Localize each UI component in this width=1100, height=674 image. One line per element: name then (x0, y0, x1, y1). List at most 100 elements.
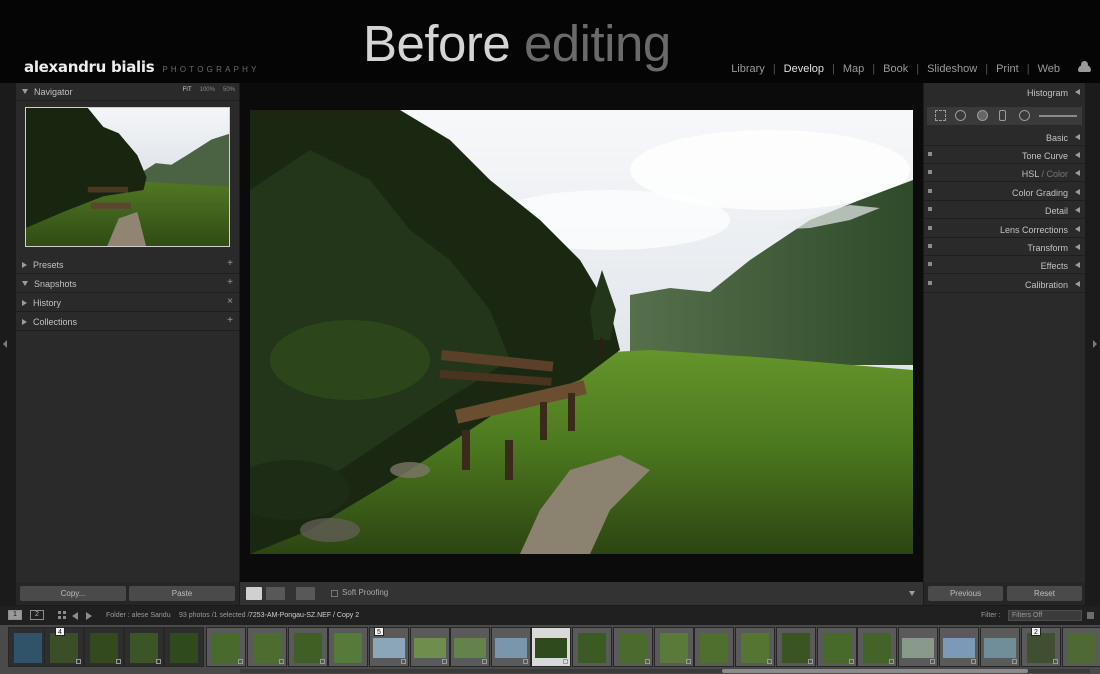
forward-arrow-icon[interactable] (86, 612, 92, 620)
section-toggle-switch[interactable] (928, 170, 932, 174)
filter-dropdown[interactable]: Filters Off (1008, 610, 1082, 621)
effects-section[interactable]: Effects (924, 257, 1085, 274)
filter-lock-icon[interactable] (1087, 612, 1094, 619)
tone-curve-section[interactable]: Tone Curve (924, 147, 1085, 164)
filmstrip-thumbnail[interactable] (939, 627, 979, 667)
basic-section[interactable]: Basic (924, 129, 1085, 146)
filmstrip-thumbnail[interactable] (980, 627, 1020, 667)
filmstrip-thumbnail[interactable] (84, 627, 124, 667)
radial-tool-icon[interactable] (1019, 110, 1030, 121)
module-web[interactable]: Web (1030, 63, 1068, 75)
cloud-icon[interactable] (1078, 61, 1091, 72)
filmstrip-thumbnail-selected[interactable] (531, 627, 571, 667)
right-panel-toggle-icon[interactable] (1093, 340, 1097, 348)
masking-tool-icon[interactable] (999, 110, 1006, 121)
filmstrip-thumbnail[interactable] (124, 627, 164, 667)
filmstrip-thumbnail[interactable] (247, 627, 287, 667)
filmstrip-thumbnail[interactable] (1062, 627, 1100, 667)
folder-source[interactable]: Folder : alese Sandu (106, 612, 171, 619)
filmstrip-thumbnail[interactable] (410, 627, 450, 667)
before-after-split-button[interactable] (296, 587, 315, 600)
healing-tool-icon[interactable] (955, 110, 966, 121)
filmstrip-thumbnail[interactable] (328, 627, 368, 667)
soft-proofing-checkbox[interactable] (331, 590, 338, 597)
filmstrip-thumbnail[interactable] (450, 627, 490, 667)
filmstrip-thumbnail[interactable] (1021, 627, 1061, 667)
section-toggle-switch[interactable] (928, 226, 932, 230)
module-book[interactable]: Book (875, 63, 916, 75)
filmstrip-thumbnail[interactable] (491, 627, 531, 667)
filmstrip-thumbnail[interactable] (735, 627, 775, 667)
previous-button[interactable]: Previous (928, 586, 1003, 601)
filmstrip-thumbnail[interactable] (898, 627, 938, 667)
main-photo[interactable] (250, 110, 913, 554)
secondary-screen-button[interactable]: 2 (30, 610, 44, 620)
red-eye-tool-icon[interactable] (977, 110, 988, 121)
add-snapshot-icon[interactable]: + (227, 277, 233, 288)
hsl-color-section[interactable]: HSL / Color (924, 165, 1085, 182)
module-map[interactable]: Map (835, 63, 872, 75)
filmstrip-thumbnail[interactable] (857, 627, 897, 667)
filmstrip-thumbnail[interactable] (817, 627, 857, 667)
grid-view-icon[interactable] (58, 611, 67, 620)
reset-button[interactable]: Reset (1007, 586, 1082, 601)
filmstrip-thumbnail[interactable] (654, 627, 694, 667)
zoom-50[interactable]: 50% (223, 87, 235, 93)
add-preset-icon[interactable]: + (227, 258, 233, 269)
stack-count-badge[interactable]: 5 (374, 627, 384, 636)
presets-header[interactable]: Presets + (16, 256, 239, 274)
zoom-100[interactable]: 100% (200, 87, 215, 93)
stack-count-badge[interactable]: 4 (55, 627, 65, 636)
navigator-header[interactable]: Navigator FIT 100% 50% (16, 83, 239, 101)
filmstrip-thumbnail[interactable] (164, 627, 204, 667)
filmstrip-thumbnail[interactable] (613, 627, 653, 667)
filmstrip-thumbnail[interactable] (288, 627, 328, 667)
section-toggle-switch[interactable] (928, 189, 932, 193)
copy-button[interactable]: Copy... (20, 586, 126, 601)
section-toggle-switch[interactable] (928, 244, 932, 248)
collections-header[interactable]: Collections + (16, 313, 239, 331)
hsl-label-text[interactable]: HSL (1022, 169, 1039, 179)
crop-tool-icon[interactable] (935, 110, 946, 121)
left-panel-toggle-icon[interactable] (3, 340, 7, 348)
selected-filename[interactable]: 7253-AM-Pongau-SZ.NEF / Copy 2 (249, 612, 359, 619)
section-toggle-switch[interactable] (928, 281, 932, 285)
main-screen-button[interactable]: 1 (8, 610, 22, 620)
color-label-text[interactable]: / Color (1039, 169, 1068, 179)
history-header[interactable]: History × (16, 294, 239, 312)
module-develop[interactable]: Develop (776, 63, 832, 75)
module-print[interactable]: Print (988, 63, 1027, 75)
clear-history-icon[interactable]: × (227, 296, 233, 307)
image-canvas[interactable] (240, 83, 923, 582)
toolbar-options-chevron-down-icon[interactable] (909, 591, 915, 596)
detail-section[interactable]: Detail (924, 202, 1085, 219)
filmstrip-thumbnail[interactable] (694, 627, 734, 667)
stack-count-badge[interactable]: 2 (1031, 627, 1041, 636)
brand-subtitle: PHOTOGRAPHY (162, 65, 260, 74)
color-grading-section[interactable]: Color Grading (924, 184, 1085, 201)
calibration-section[interactable]: Calibration (924, 276, 1085, 293)
histogram-header[interactable]: Histogram (924, 83, 1085, 101)
filmstrip-thumbnail[interactable] (206, 627, 246, 667)
back-arrow-icon[interactable] (72, 612, 78, 620)
paste-button[interactable]: Paste (129, 586, 235, 601)
loupe-view-button[interactable] (246, 587, 262, 600)
snapshots-header[interactable]: Snapshots + (16, 275, 239, 293)
filmstrip-scrollbar-thumb[interactable] (722, 669, 1028, 673)
zoom-fit[interactable]: FIT (183, 87, 192, 93)
tool-slider[interactable] (1039, 115, 1077, 117)
filmstrip-thumbnail[interactable] (572, 627, 612, 667)
add-collection-icon[interactable]: + (227, 315, 233, 326)
navigator-thumbnail[interactable] (25, 107, 230, 247)
section-toggle-switch[interactable] (928, 207, 932, 211)
lens-corrections-section[interactable]: Lens Corrections (924, 221, 1085, 238)
section-toggle-switch[interactable] (928, 262, 932, 266)
filmstrip-thumbnail[interactable] (776, 627, 816, 667)
section-toggle-switch[interactable] (928, 152, 932, 156)
before-after-button[interactable] (266, 587, 285, 600)
module-library[interactable]: Library (723, 63, 773, 75)
transform-section[interactable]: Transform (924, 239, 1085, 256)
expand-triangle-icon (22, 299, 27, 306)
module-slideshow[interactable]: Slideshow (919, 63, 985, 75)
filmstrip-thumbnail[interactable] (8, 627, 48, 667)
